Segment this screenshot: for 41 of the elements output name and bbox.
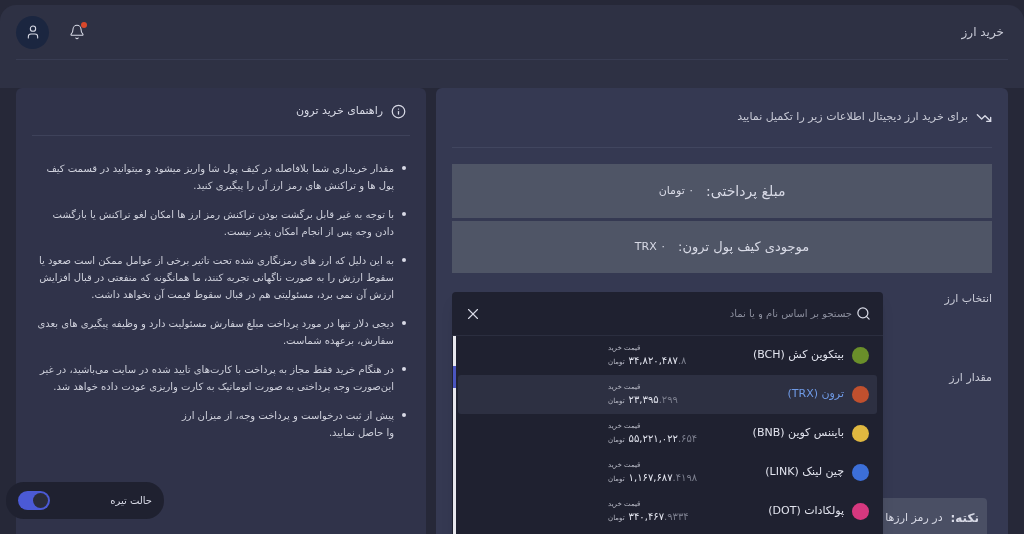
payment-value: ۰ تومان <box>658 182 695 199</box>
guide-paragraph: پیش از ثبت درخواست و پرداخت وجه، از میزان ارز وا حاصل نمایید. <box>182 409 394 441</box>
wallet-value: ۰ TRX <box>634 238 667 255</box>
currency-name: بایننس کوین (BNB) <box>752 425 844 442</box>
bullet-icon <box>402 321 406 325</box>
guide-paragraph: مقدار خریداری شما بلافاصله در کیف پول شا واریز میشود و میتوانید در قسمت کیف پول ها و تراکنش های رمز ارز آن را پیگیری کنید. <box>45 162 394 194</box>
price-value: ۳۴۰,۴۶۷.۹۳۳۴ <box>628 510 689 525</box>
user-avatar[interactable] <box>16 15 49 49</box>
info-icon <box>391 104 406 119</box>
field-label: مقدار ارز <box>947 369 992 386</box>
search-field[interactable]: جستجو بر اساس نام و یا نماد <box>572 306 852 321</box>
search-icon <box>856 306 871 321</box>
guide-paragraph: با توجه به غیر قابل برگشت بودن تراکنش رمز ارز ها امکان لغو تراکنش یا بازگشت دادن وجه پس از انجام امکان پذیر نیست. <box>51 208 394 240</box>
bullet-icon <box>402 166 406 170</box>
guide-paragraph: در هنگام خرید فقط مجاز به پرداخت با کارت‌های تایید شده در سایت می‌باشید، در غیر این‌صورت وجه پرداختی به صورت اتوماتیک به کارت واریزی عودت داده خواهد شد. <box>38 363 394 395</box>
form-intro: برای خرید ارز دیجیتال اطلاعات زیر را تکمیل نمایید <box>737 109 968 126</box>
scrollbar[interactable] <box>453 336 456 534</box>
dark-mode-label: حالت تیره <box>110 494 152 508</box>
guide-paragraph: به این دلیل که ارز های رمزنگاری شده تحت تاثیر برخی از عوامل ممکن است صعود یا سقوط ارزش را به صورت ناگهانی تجربه کنند، ما همانگونه که منفعتی در قبال افزایش ارزش آن نمی برد، مسئولیتی هم در قبال سقوط قیمت آن نخواهد داشت. <box>37 254 394 303</box>
price-value: ۵۵,۲۲۱,۰۲۲.۶۵۴ <box>628 432 698 447</box>
currency-name: ترون (TRX) <box>787 386 844 403</box>
note-label: نکته: <box>950 510 979 527</box>
wallet-label: موجودی کیف پول ترون: <box>678 238 810 257</box>
currency-name: بیتکوین کش (BCH) <box>752 347 844 364</box>
price-value: ۳۴,۸۲۰,۴۸۷.۸ <box>628 354 687 369</box>
currency-name: پولکادات (DOT) <box>768 503 844 520</box>
dark-mode-switch[interactable] <box>18 491 50 510</box>
guide-paragraph: دیجی دلار تنها در مورد پرداخت مبلغ سفارش مسئولیت دارد و وظیفه پیگیری های بعدی سفارش، برعهده شماست. <box>36 317 394 349</box>
price-value: ۲۳,۳۹۵.۲۹۹ <box>628 393 678 408</box>
bell-icon[interactable] <box>69 24 85 40</box>
page-title: خرید ارز <box>961 24 1005 41</box>
bullet-icon <box>402 258 406 262</box>
bullet-icon <box>402 367 406 371</box>
note-text: در رمز ارزها <box>885 509 943 526</box>
currency-name: چین لینک (LINK) <box>765 464 844 481</box>
price-value: ۱,۱۶۷,۶۸۷.۴۱۹۸ <box>628 471 698 486</box>
guide-title: راهنمای خرید ترون <box>295 103 383 120</box>
field-label: انتخاب ارز <box>943 291 992 307</box>
payment-label: مبلغ پرداختی: <box>706 181 786 202</box>
bullet-icon <box>402 413 406 417</box>
bullet-icon <box>402 212 406 216</box>
